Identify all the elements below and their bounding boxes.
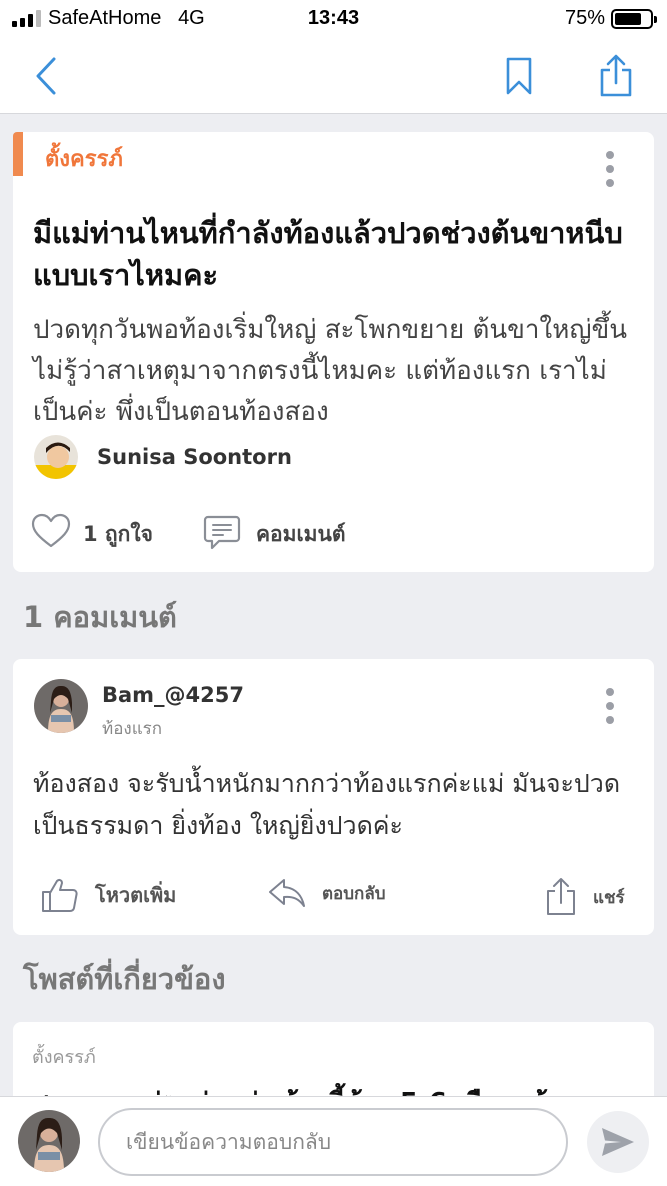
comment-card: Bam_@4257 ท้องแรก ท้องสอง จะรับน้ำหนักมา…: [13, 659, 654, 935]
post-title: มีแม่ท่านไหนที่กำลังท้องแล้วปวดช่วงต้นขา…: [33, 216, 623, 292]
share-label: แชร์: [593, 887, 625, 908]
comment-button-label[interactable]: คอมเมนต์: [256, 518, 346, 551]
heart-icon[interactable]: [31, 513, 71, 549]
comments-heading: 1 คอมเมนต์: [23, 600, 177, 634]
navigation-bar: [0, 38, 667, 114]
post-more-options-icon[interactable]: [595, 144, 625, 194]
like-count-label[interactable]: 1 ถูกใจ: [83, 518, 153, 551]
reply-arrow-icon: [269, 879, 305, 907]
thumbs-up-icon: [42, 878, 78, 912]
bookmark-icon: [506, 57, 532, 95]
bookmark-button[interactable]: [497, 54, 541, 98]
tag-accent-bar: [13, 132, 23, 176]
author-avatar[interactable]: [34, 435, 78, 479]
status-bar: SafeAtHome 4G 13:43 75%: [0, 0, 667, 38]
current-user-avatar: [18, 1110, 80, 1172]
commenter-status: ท้องแรก: [102, 719, 163, 739]
send-icon: [602, 1128, 634, 1156]
post-body: ปวดทุกวันพอท้องเริ่มใหญ่ สะโพกขยาย ต้นขา…: [33, 315, 628, 427]
share-icon: [547, 878, 575, 915]
back-button[interactable]: [24, 54, 68, 98]
comment-body: ท้องสอง จะรับน้ำหนักมากกว่าท้องแรกค่ะแม่…: [33, 769, 621, 840]
battery-icon: [611, 9, 657, 29]
reply-bar: [0, 1096, 667, 1186]
comment-icon[interactable]: [203, 513, 241, 551]
post-author-name[interactable]: Sunisa Soontorn: [97, 445, 292, 469]
vote-label: โหวตเพิ่ม: [95, 883, 177, 907]
post-card: ตั้งครรภ์ มีแม่ท่านไหนที่กำลังท้องแล้วปว…: [13, 132, 654, 572]
reply-button[interactable]: ตอบกลับ: [268, 877, 386, 909]
comment-share-button[interactable]: แชร์: [545, 877, 625, 917]
battery-percent: 75%: [564, 7, 605, 29]
commenter-name[interactable]: Bam_@4257: [102, 683, 244, 707]
send-button[interactable]: [587, 1111, 649, 1173]
share-button[interactable]: [594, 54, 638, 98]
related-post-tag: ตั้งครรภ์: [32, 1047, 96, 1068]
reply-input[interactable]: [98, 1108, 568, 1176]
share-icon: [600, 54, 632, 97]
comment-more-options-icon[interactable]: [595, 681, 625, 731]
post-category-tag[interactable]: ตั้งครรภ์: [45, 141, 123, 176]
commenter-avatar[interactable]: [34, 679, 88, 733]
related-posts-heading: โพสต์ที่เกี่ยวข้อง: [23, 962, 226, 996]
reply-label: ตอบกลับ: [322, 883, 386, 904]
vote-button[interactable]: โหวตเพิ่ม: [41, 877, 176, 913]
back-chevron-icon: [36, 57, 56, 95]
